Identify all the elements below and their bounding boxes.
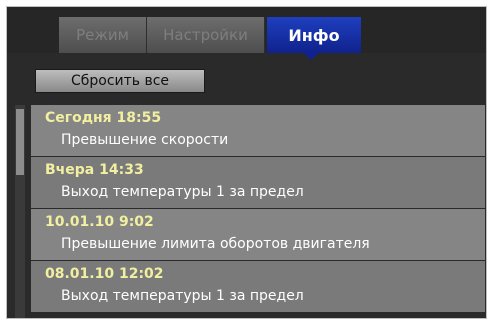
event-item[interactable]: 08.01.10 12:02 Выход температуры 1 за пр… <box>31 261 485 313</box>
tab-bar: Режим Настройки Инфо <box>7 7 486 60</box>
event-item[interactable]: 10.01.10 9:02 Превышение лимита оборотов… <box>31 209 485 261</box>
event-time: Вчера 14:33 <box>45 162 144 178</box>
tab-info[interactable]: Инфо <box>267 17 361 53</box>
event-description: Превышение скорости <box>61 132 229 148</box>
event-description: Выход температуры 1 за предел <box>61 288 304 304</box>
scrollbar[interactable] <box>15 105 25 318</box>
event-description: Выход температуры 1 за предел <box>61 184 304 200</box>
info-panel: Режим Настройки Инфо Сбросить все Сегодн… <box>6 6 487 319</box>
tab-mode[interactable]: Режим <box>59 17 147 53</box>
event-time: 08.01.10 12:02 <box>45 266 164 282</box>
event-item[interactable]: Вчера 14:33 Выход температуры 1 за преде… <box>31 157 485 209</box>
reset-all-button[interactable]: Сбросить все <box>35 69 205 93</box>
event-item[interactable]: Сегодня 18:55 Превышение скорости <box>31 105 485 157</box>
event-list: Сегодня 18:55 Превышение скорости Вчера … <box>15 105 485 318</box>
scrollbar-thumb[interactable] <box>16 109 24 175</box>
event-description: Превышение лимита оборотов двигателя <box>61 236 370 252</box>
event-time: 10.01.10 9:02 <box>45 214 154 230</box>
event-time: Сегодня 18:55 <box>45 110 162 126</box>
active-tab-pointer <box>301 51 321 60</box>
tab-settings[interactable]: Настройки <box>147 17 265 53</box>
